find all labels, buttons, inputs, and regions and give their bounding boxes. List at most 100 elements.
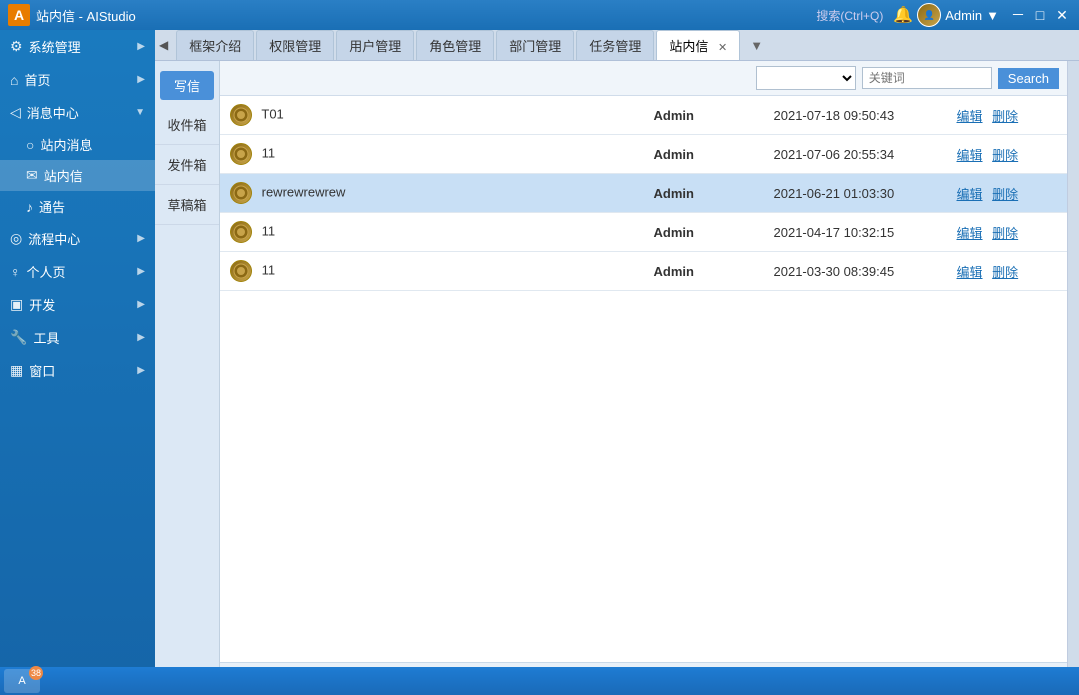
maximize-button[interactable]: □ xyxy=(1031,6,1049,24)
bell-icon[interactable]: 🔔 xyxy=(893,5,913,25)
sent-button[interactable]: 发件箱 xyxy=(155,145,219,185)
tab-scroll-left-icon[interactable]: ◀ xyxy=(155,38,172,52)
sidebar-item-station-letter[interactable]: ✉ 站内信 xyxy=(0,160,155,191)
msg-avatar xyxy=(230,260,252,282)
inner-layout: 写信 收件箱 发件箱 草稿箱 Search xyxy=(155,61,1079,695)
table-row[interactable]: T01 Admin 2021-07-18 09:50:43 编辑 删除 xyxy=(220,96,1067,135)
sidebar-label-window: 窗口 xyxy=(29,361,55,380)
messages-container: T01 Admin 2021-07-18 09:50:43 编辑 删除 11 A… xyxy=(220,96,1067,662)
tab-letter-label: 站内信 xyxy=(669,39,708,54)
delete-link[interactable]: 删除 xyxy=(992,109,1018,124)
gear-icon: ⚙ xyxy=(10,38,23,55)
sidebar-item-personal[interactable]: ♀ 个人页 ▶ xyxy=(0,255,155,288)
sidebar-item-notice[interactable]: ♪ 通告 xyxy=(0,191,155,222)
tab-letter[interactable]: 站内信 ✕ xyxy=(656,30,740,60)
tab-role-label: 角色管理 xyxy=(429,39,481,54)
sidebar-label-message: 消息中心 xyxy=(27,103,79,122)
sidebar-label-station-letter: 站内信 xyxy=(44,166,83,185)
msg-sender: Admin xyxy=(644,213,764,252)
msg-date: 2021-07-18 09:50:43 xyxy=(764,96,944,135)
msg-title-cell: 11 xyxy=(220,213,644,252)
avatar: 👤 xyxy=(917,3,941,27)
msg-avatar xyxy=(230,182,252,204)
msg-date: 2021-04-17 10:32:15 xyxy=(764,213,944,252)
delete-link[interactable]: 删除 xyxy=(992,226,1018,241)
msg-title: rewrewrewrew xyxy=(262,184,346,199)
sidebar-item-system[interactable]: ⚙ 系统管理 ▶ xyxy=(0,30,155,63)
sidebar-item-flow[interactable]: ◎ 流程中心 ▶ xyxy=(0,222,155,255)
user-dropdown-icon[interactable]: ▼ xyxy=(986,8,999,23)
tab-role[interactable]: 角色管理 xyxy=(416,30,494,60)
tab-bar: 框架介绍 权限管理 用户管理 角色管理 部门管理 任务管理 xyxy=(172,30,744,60)
tab-task-label: 任务管理 xyxy=(589,39,641,54)
msg-actions: 编辑 删除 xyxy=(944,252,1068,291)
search-label: 搜索(Ctrl+Q) xyxy=(816,7,883,24)
tab-scroll-right-icon[interactable]: ▼ xyxy=(744,35,769,56)
sidebar-item-dev[interactable]: ▣ 开发 ▶ xyxy=(0,288,155,321)
sidebar-item-tools[interactable]: 🔧 工具 ▶ xyxy=(0,321,155,354)
tab-permission[interactable]: 权限管理 xyxy=(256,30,334,60)
search-button[interactable]: Search xyxy=(998,68,1059,89)
draft-button[interactable]: 草稿箱 xyxy=(155,185,219,225)
close-button[interactable]: ✕ xyxy=(1053,6,1071,24)
tab-framework[interactable]: 框架介绍 xyxy=(176,30,254,60)
msg-date: 2021-07-06 20:55:34 xyxy=(764,135,944,174)
write-button[interactable]: 写信 xyxy=(160,71,214,100)
table-row[interactable]: 11 Admin 2021-07-06 20:55:34 编辑 删除 xyxy=(220,135,1067,174)
tab-task[interactable]: 任务管理 xyxy=(576,30,654,60)
tab-close-icon[interactable]: ✕ xyxy=(718,42,727,54)
tab-permission-label: 权限管理 xyxy=(269,39,321,54)
msg-title: 11 xyxy=(262,223,276,238)
table-area: Search T01 Admin 2021-07-18 09:50:43 编辑 … xyxy=(220,61,1067,695)
envelope-icon: ✉ xyxy=(26,167,38,184)
msg-actions: 编辑 删除 xyxy=(944,135,1068,174)
sidebar-label-system: 系统管理 xyxy=(29,37,81,56)
sidebar: ⚙ 系统管理 ▶ ⌂ 首页 ▶ ◁ 消息中心 ▼ ○ 站内消息 ✉ 站内信 ♪ … xyxy=(0,30,155,695)
msg-date: 2021-06-21 01:03:30 xyxy=(764,174,944,213)
table-row[interactable]: 11 Admin 2021-04-17 10:32:15 编辑 删除 xyxy=(220,213,1067,252)
chevron-down-icon: ▼ xyxy=(135,107,145,118)
sidebar-label-home: 首页 xyxy=(24,70,50,89)
msg-title: T01 xyxy=(261,106,283,121)
edit-link[interactable]: 编辑 xyxy=(957,265,983,280)
taskbar-app[interactable]: A 38 xyxy=(4,669,40,693)
edit-link[interactable]: 编辑 xyxy=(957,148,983,163)
msg-sender: Admin xyxy=(644,252,764,291)
notice-icon: ♪ xyxy=(26,199,33,215)
app-logo: A xyxy=(8,4,30,26)
delete-link[interactable]: 删除 xyxy=(992,265,1018,280)
msg-sender: Admin xyxy=(644,96,764,135)
titlebar-search[interactable]: 搜索(Ctrl+Q) xyxy=(816,7,883,24)
dev-icon: ▣ xyxy=(10,296,23,313)
sidebar-label-flow: 流程中心 xyxy=(28,229,80,248)
window-icon: ▦ xyxy=(10,362,23,379)
table-row[interactable]: 11 Admin 2021-03-30 08:39:45 编辑 删除 xyxy=(220,252,1067,291)
minimize-button[interactable]: － xyxy=(1009,6,1027,24)
msg-avatar xyxy=(230,143,252,165)
chevron-right-icon: ▶ xyxy=(137,365,145,376)
tab-dept[interactable]: 部门管理 xyxy=(496,30,574,60)
taskbar-logo: A xyxy=(18,675,25,687)
sidebar-item-home[interactable]: ⌂ 首页 ▶ xyxy=(0,63,155,96)
sidebar-item-station-msg[interactable]: ○ 站内消息 xyxy=(0,129,155,160)
messages-table: T01 Admin 2021-07-18 09:50:43 编辑 删除 11 A… xyxy=(220,96,1067,291)
content-area: ◀ 框架介绍 权限管理 用户管理 角色管理 部门管理 xyxy=(155,30,1079,695)
chevron-right-icon: ▶ xyxy=(137,299,145,310)
sidebar-item-window[interactable]: ▦ 窗口 ▶ xyxy=(0,354,155,387)
titlebar-left: A 站内信 - AIStudio xyxy=(8,4,136,26)
edit-link[interactable]: 编辑 xyxy=(957,109,983,124)
filter-select[interactable] xyxy=(756,66,856,90)
edit-link[interactable]: 编辑 xyxy=(957,187,983,202)
edit-link[interactable]: 编辑 xyxy=(957,226,983,241)
delete-link[interactable]: 删除 xyxy=(992,187,1018,202)
search-input[interactable] xyxy=(862,67,992,89)
tab-user[interactable]: 用户管理 xyxy=(336,30,414,60)
msg-actions: 编辑 删除 xyxy=(944,174,1068,213)
main-container: ⚙ 系统管理 ▶ ⌂ 首页 ▶ ◁ 消息中心 ▼ ○ 站内消息 ✉ 站内信 ♪ … xyxy=(0,30,1079,695)
inbox-button[interactable]: 收件箱 xyxy=(155,105,219,145)
scroll-track[interactable] xyxy=(1067,61,1079,695)
sidebar-item-message[interactable]: ◁ 消息中心 ▼ xyxy=(0,96,155,129)
delete-link[interactable]: 删除 xyxy=(992,148,1018,163)
table-row[interactable]: rewrewrewrew Admin 2021-06-21 01:03:30 编… xyxy=(220,174,1067,213)
msg-date: 2021-03-30 08:39:45 xyxy=(764,252,944,291)
